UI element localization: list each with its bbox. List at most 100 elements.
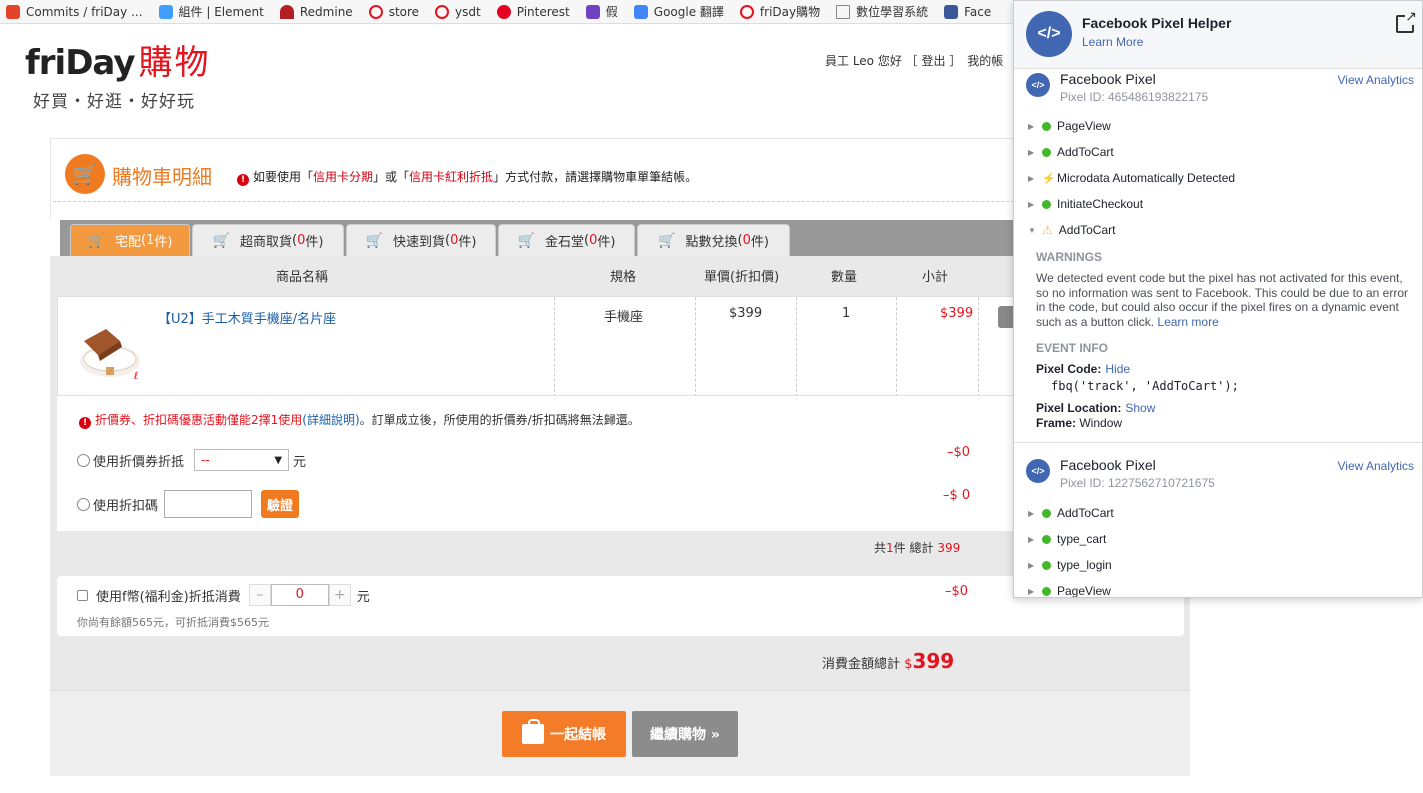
- fcoin-checkbox[interactable]: [77, 589, 88, 601]
- chevron-right-icon: ▶: [1028, 199, 1035, 209]
- shopping-bag-icon: [522, 719, 544, 744]
- svg-text:ℓ: ℓ: [134, 371, 138, 381]
- pixel-helper-popup: </> Facebook Pixel Helper Learn More </>…: [1013, 0, 1423, 598]
- details-link[interactable]: (詳細說明): [302, 413, 359, 427]
- gitlab-icon: [6, 4, 20, 19]
- pixel-location-row: Pixel Location: Show: [1036, 401, 1156, 415]
- column-spec: 規格: [610, 270, 637, 285]
- pixel-helper-title: Facebook Pixel Helper: [1082, 15, 1232, 31]
- code-icon: </>: [1026, 73, 1050, 97]
- event-item[interactable]: ▶ type_cart: [1028, 532, 1106, 546]
- chevron-down-icon: ▼: [274, 454, 283, 466]
- cell-divider: [896, 297, 897, 397]
- chevron-right-icon: ▶: [1028, 173, 1035, 183]
- pixel-code-row: Pixel Code: Hide: [1036, 362, 1131, 376]
- bookmark-elearning[interactable]: 數位學習系統: [836, 3, 928, 20]
- increment-button[interactable]: +: [328, 584, 351, 606]
- fcoin-input[interactable]: 0: [270, 584, 329, 606]
- learn-more-link[interactable]: Learn More: [1082, 35, 1143, 49]
- tab-home-delivery[interactable]: 🛒 宅配(1 件): [70, 224, 190, 256]
- user-greeting[interactable]: 員工 Leo 您好 ［ 登出 ］ 我的帳: [825, 52, 1003, 69]
- site-logo[interactable]: friDay 購物: [25, 35, 211, 84]
- coupon-discount-amount: –$0: [947, 445, 971, 460]
- tab-kingstone[interactable]: 🛒 金石堂(0 件): [498, 224, 635, 256]
- divider: [1014, 442, 1422, 443]
- pixel-header: </> Facebook Pixel Pixel ID: 46548619382…: [1014, 71, 1422, 111]
- show-location-link[interactable]: Show: [1125, 401, 1155, 415]
- coupon-row: 使用折價券折抵 -- ▼ 元: [77, 449, 306, 471]
- bookmark-google-translate[interactable]: Google 翻譯: [633, 3, 724, 20]
- event-item[interactable]: ▶ ⚡ Microdata Automatically Detected: [1028, 171, 1235, 185]
- calendar-icon: [585, 4, 600, 19]
- site-slogan: 好買・好逛・好好玩: [33, 92, 195, 112]
- learn-more-link[interactable]: Learn more: [1157, 315, 1218, 329]
- event-item[interactable]: ▶ PageView: [1028, 119, 1111, 133]
- product-price: $399: [729, 306, 763, 321]
- tab-fast-delivery[interactable]: 🛒 快速到貨(0 件): [346, 224, 496, 256]
- friday-icon: [435, 4, 450, 19]
- code-icon: </>: [1026, 11, 1072, 57]
- event-item[interactable]: ▶ AddToCart: [1028, 506, 1114, 520]
- decrement-button[interactable]: –: [248, 584, 271, 606]
- product-name-link[interactable]: 【U2】手工木質手機座/名片座: [158, 308, 336, 327]
- pixel-name: Facebook Pixel: [1060, 457, 1156, 473]
- checkout-bar: 一起結帳 繼續購物 »: [50, 690, 1190, 776]
- element-icon: [158, 4, 173, 19]
- redmine-icon: [279, 4, 294, 19]
- cell-divider: [554, 297, 555, 397]
- success-icon: [1042, 147, 1051, 157]
- pinterest-icon: [496, 4, 511, 19]
- success-icon: [1042, 508, 1051, 518]
- bookmark-element[interactable]: 組件 | Element: [158, 3, 264, 20]
- view-analytics-link[interactable]: View Analytics: [1338, 73, 1414, 87]
- bookmark-leave[interactable]: 假: [585, 3, 618, 20]
- promo-code-row: 使用折扣碼 驗證: [77, 490, 300, 518]
- bookmark-pinterest[interactable]: Pinterest: [496, 4, 570, 19]
- coupon-radio[interactable]: [77, 453, 90, 467]
- event-item[interactable]: ▶ type_login: [1028, 558, 1112, 572]
- hide-code-link[interactable]: Hide: [1105, 362, 1130, 376]
- chevron-down-icon: ▼: [1028, 225, 1036, 235]
- promo-code-input[interactable]: [164, 490, 253, 518]
- cart-title: 購物車明細: [112, 165, 212, 189]
- success-icon: [1042, 199, 1051, 209]
- chevron-right-icon: ▶: [1028, 508, 1035, 518]
- code-icon: </>: [1026, 459, 1050, 483]
- pixel-code: fbq('track', 'AddToCart');: [1051, 379, 1239, 393]
- column-product-name: 商品名稱: [276, 270, 329, 285]
- external-link-icon[interactable]: [1396, 8, 1418, 33]
- event-item-expanded[interactable]: ▼ ⚠ AddToCart: [1028, 223, 1115, 237]
- verify-button[interactable]: 驗證: [261, 490, 300, 518]
- cart-icon: 🛒: [365, 232, 383, 249]
- tab-store-pickup[interactable]: 🛒 超商取貨(0 件): [192, 224, 344, 256]
- view-analytics-link[interactable]: View Analytics: [1338, 459, 1414, 473]
- bookmark-store[interactable]: store: [368, 4, 419, 19]
- bookmark-friday[interactable]: friDay購物: [739, 3, 820, 20]
- bookmark-gitlab[interactable]: Commits / friDay ...: [6, 4, 143, 19]
- pixel-id: Pixel ID: 465486193822175: [1060, 90, 1209, 104]
- column-quantity: 數量: [831, 270, 858, 285]
- continue-shopping-button[interactable]: 繼續購物 »: [632, 711, 738, 757]
- event-item[interactable]: ▶ InitiateCheckout: [1028, 197, 1143, 211]
- payment-notice: ! 如要使用「信用卡分期」或「信用卡紅利折抵」方式付款，請選擇購物車單筆結帳。: [237, 168, 697, 186]
- bookmark-redmine[interactable]: Redmine: [279, 4, 353, 19]
- coupon-select[interactable]: -- ▼: [194, 449, 290, 471]
- event-item[interactable]: ▶ PageView: [1028, 584, 1111, 597]
- bookmark-ysdt[interactable]: ysdt: [435, 4, 481, 19]
- fcoin-balance: 你尚有餘額565元，可折抵消費$565元: [77, 616, 269, 629]
- promo-code-radio[interactable]: [77, 497, 90, 511]
- product-image[interactable]: ℓ: [76, 321, 140, 381]
- checkout-button[interactable]: 一起結帳: [502, 711, 626, 757]
- coupon-notice: ! 折價券、折扣碼優惠活動僅能2擇1使用(詳細說明)。訂單成立後，所使用的折價券/…: [79, 411, 640, 429]
- cart-icon: 🛒: [658, 232, 676, 249]
- bookmark-facebook[interactable]: Face: [944, 4, 991, 19]
- fcoin-stepper: – 0 +: [248, 584, 351, 606]
- product-spec: 手機座: [604, 310, 644, 325]
- warning-message: We detected event code but the pixel has…: [1036, 271, 1408, 329]
- fcoin-row: 使用f幣(福利金)折抵消費 – 0 + 元: [77, 584, 370, 606]
- tab-points-exchange[interactable]: 🛒 點數兌換(0 件): [637, 224, 790, 256]
- product-quantity[interactable]: 1: [842, 306, 850, 321]
- pixel-helper-header: </> Facebook Pixel Helper Learn More: [1014, 1, 1422, 69]
- facebook-icon: [944, 4, 959, 19]
- event-item[interactable]: ▶ AddToCart: [1028, 145, 1114, 159]
